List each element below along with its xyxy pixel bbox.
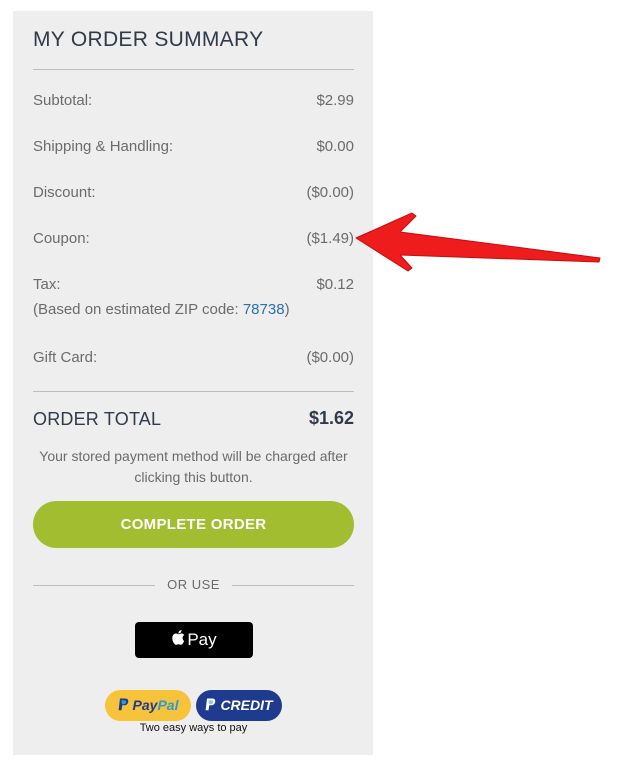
gift-card-row: Gift Card: ($0.00): [33, 349, 354, 369]
discount-row: Discount: ($0.00): [33, 184, 354, 204]
payment-note: Your stored payment method will be charg…: [39, 448, 348, 485]
paypal-p-icon: [205, 691, 216, 722]
paypal-p-icon: [118, 691, 129, 722]
paypal-credit-button[interactable]: CREDIT: [196, 690, 282, 721]
tax-row: Tax: $0.12: [33, 276, 354, 296]
paypal-tagline: Two easy ways to pay: [139, 722, 248, 734]
tax-zip-prefix: (Based on estimated ZIP code:: [33, 301, 243, 318]
apple-icon: [171, 623, 185, 659]
gift-card-label: Gift Card:: [33, 349, 98, 366]
order-total-value: $1.62: [308, 408, 354, 428]
order-summary-panel: MY ORDER SUMMARY Subtotal: $2.99 Shippin…: [13, 11, 373, 755]
divider: [33, 69, 354, 70]
or-use-divider: OR USE: [33, 577, 354, 593]
paypal-word-pal: Pal: [157, 697, 179, 713]
paypal-button[interactable]: PayPal: [105, 690, 191, 721]
annotation-arrow: [355, 212, 601, 272]
paypal-credit-label: CREDIT: [220, 697, 273, 713]
apple-pay-label: Pay: [187, 630, 217, 649]
coupon-value: ($1.49): [306, 230, 354, 247]
tax-label: Tax:: [33, 276, 61, 293]
coupon-row: Coupon: ($1.49): [33, 230, 354, 250]
zip-code-link[interactable]: 78738: [243, 301, 285, 318]
paypal-word-pay: Pay: [132, 697, 158, 713]
divider: [33, 391, 354, 392]
shipping-label: Shipping & Handling:: [33, 138, 174, 155]
discount-label: Discount:: [33, 184, 96, 201]
discount-value: ($0.00): [306, 184, 354, 201]
tax-value: $0.12: [316, 276, 354, 293]
order-total-label: ORDER TOTAL: [33, 409, 162, 429]
gift-card-value: ($0.00): [306, 349, 354, 366]
shipping-row: Shipping & Handling: $0.00: [33, 138, 354, 158]
order-total-row: ORDER TOTAL $1.62: [33, 408, 354, 433]
complete-order-button[interactable]: COMPLETE ORDER: [33, 501, 354, 548]
apple-pay-button[interactable]: Pay: [135, 622, 253, 658]
subtotal-row: Subtotal: $2.99: [33, 92, 354, 112]
shipping-value: $0.00: [316, 138, 354, 155]
coupon-label: Coupon:: [33, 230, 90, 247]
subtotal-label: Subtotal:: [33, 92, 93, 109]
divider: [232, 585, 354, 586]
subtotal-value: $2.99: [316, 92, 354, 109]
page-title: MY ORDER SUMMARY: [33, 28, 264, 51]
tax-zip-note: (Based on estimated ZIP code: 78738): [33, 301, 290, 318]
tax-zip-suffix: ): [284, 301, 290, 318]
